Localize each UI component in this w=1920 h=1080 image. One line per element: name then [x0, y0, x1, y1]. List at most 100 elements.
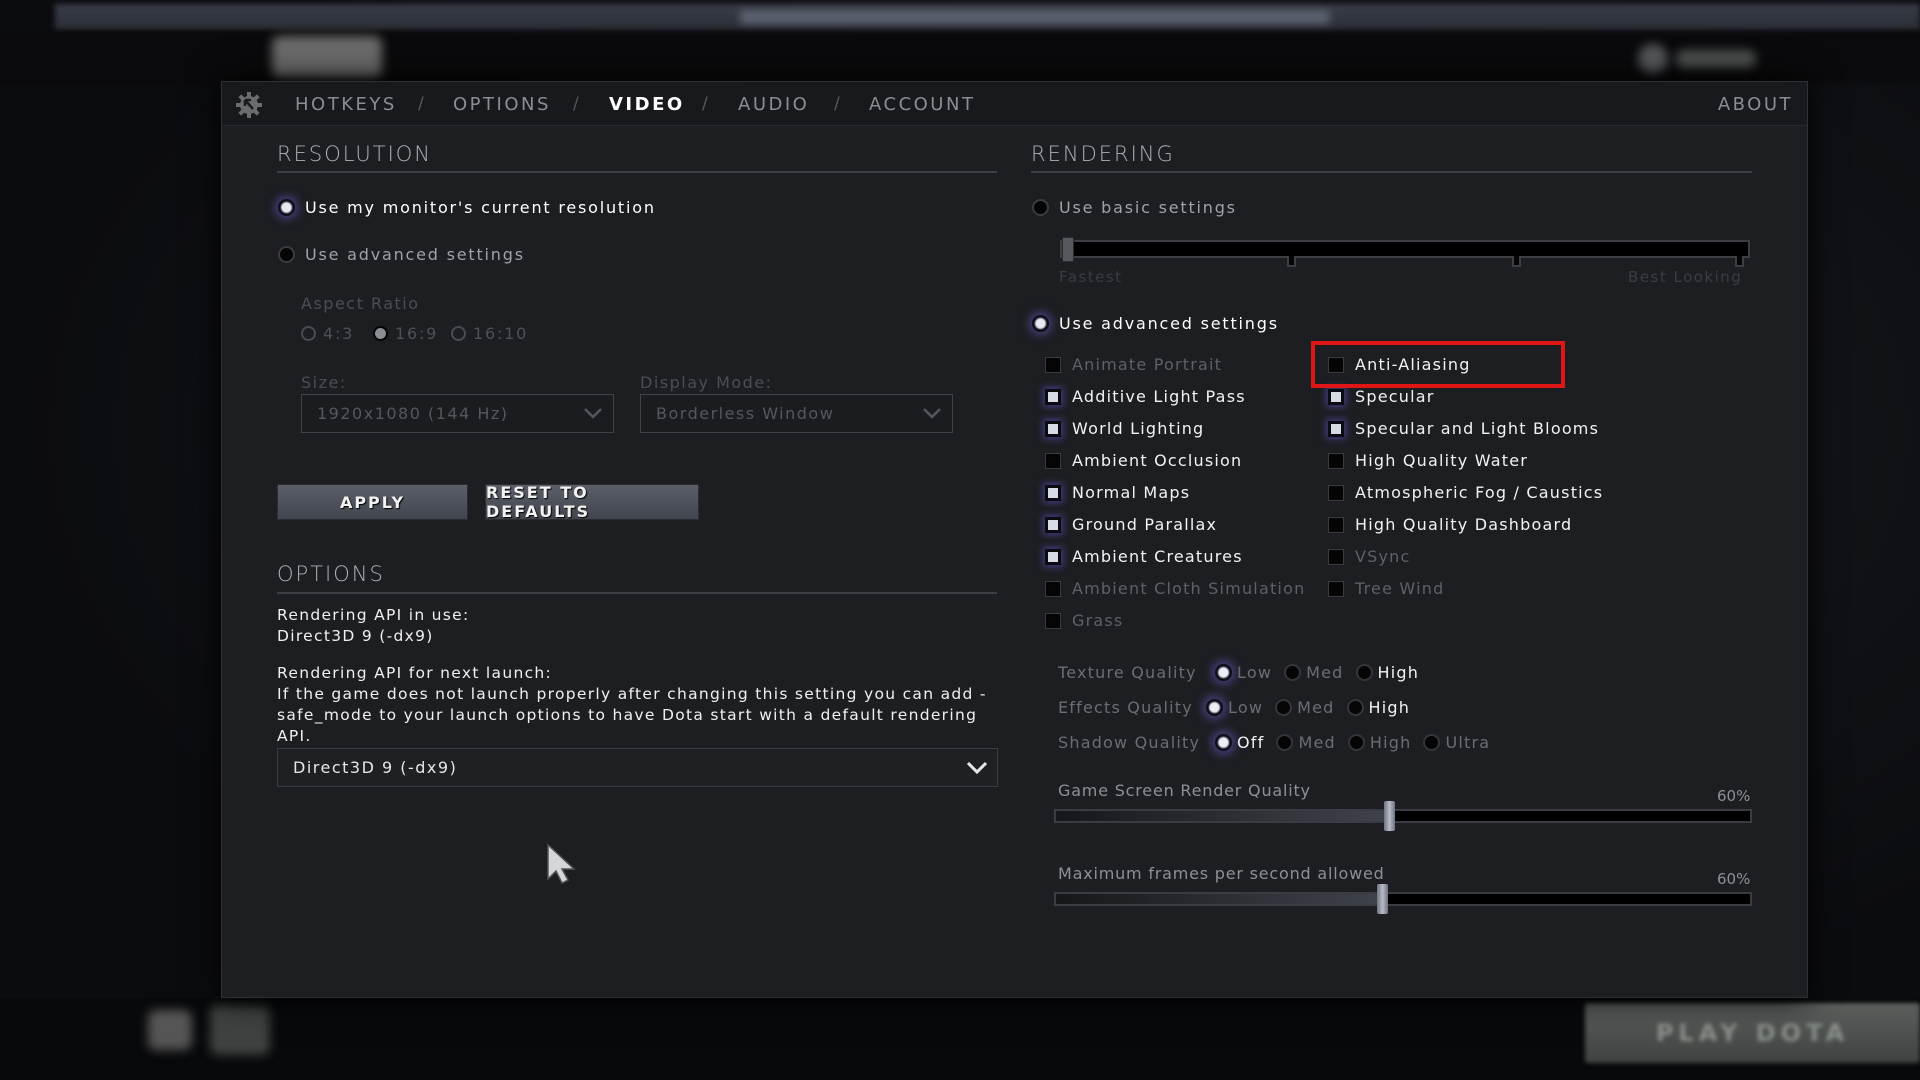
render-quality-slider-handle[interactable] — [1384, 801, 1396, 831]
radio-dot — [1346, 699, 1364, 716]
checkbox-grass[interactable]: Grass — [1045, 611, 1123, 630]
radio-shadow-quality-ultra[interactable]: Ultra — [1423, 733, 1490, 752]
render-quality-slider[interactable] — [1054, 801, 1752, 831]
slider-max-label: Best Looking — [1628, 268, 1743, 286]
radio-label: Med — [1306, 663, 1344, 682]
play-dota-button[interactable]: PLAY DOTA — [1585, 1003, 1920, 1063]
render-quality-value: 60% — [1717, 787, 1751, 805]
radio-use-advanced-resolution[interactable]: Use advanced settings — [278, 245, 525, 264]
radio-aspect-16-10[interactable]: 16:10 — [451, 324, 528, 343]
checkbox-label: Tree Wind — [1355, 579, 1445, 598]
rendering-api-select[interactable]: Direct3D 9 (-dx9) — [277, 748, 998, 787]
rendering-api-value: Direct3D 9 (-dx9) — [293, 758, 458, 777]
radio-use-advanced-rendering[interactable]: Use advanced settings — [1032, 314, 1279, 333]
tab-separator: / — [418, 94, 424, 114]
radio-texture-quality-high[interactable]: High — [1355, 663, 1420, 682]
slider-tick — [1735, 256, 1744, 267]
chevron-down-icon — [912, 394, 952, 433]
reset-to-defaults-button[interactable]: RESET TO DEFAULTS — [485, 483, 699, 521]
gear-icon[interactable] — [234, 90, 264, 120]
tab-account[interactable]: ACCOUNT — [869, 94, 975, 115]
checkbox-high-quality-dashboard[interactable]: High Quality Dashboard — [1328, 515, 1572, 534]
settings-dialog: HOTKEYS / OPTIONS / VIDEO / AUDIO / ACCO… — [221, 81, 1808, 998]
radio-shadow-quality-high[interactable]: High — [1347, 733, 1412, 752]
radio-label: Low — [1237, 663, 1273, 682]
checkbox-specular-and-light-blooms[interactable]: Specular and Light Blooms — [1328, 419, 1599, 438]
checkbox-box — [1045, 356, 1061, 373]
radio-shadow-quality-med[interactable]: Med — [1276, 733, 1335, 752]
checkbox-box — [1045, 420, 1061, 437]
checkbox-box — [1045, 388, 1061, 405]
tab-hotkeys[interactable]: HOTKEYS — [295, 94, 397, 115]
radio-dot — [278, 199, 295, 216]
max-fps-slider-handle[interactable] — [1377, 884, 1389, 914]
checkbox-label: Additive Light Pass — [1072, 387, 1246, 406]
checkbox-ambient-cloth-simulation[interactable]: Ambient Cloth Simulation — [1045, 579, 1305, 598]
radio-texture-quality-med[interactable]: Med — [1284, 663, 1343, 682]
settings-tab-bar: HOTKEYS / OPTIONS / VIDEO / AUDIO / ACCO… — [222, 82, 1807, 126]
quality-row-effects-quality: Effects Quality Low Med High — [1058, 698, 1422, 717]
chevron-down-icon — [573, 394, 613, 433]
quality-row-texture-quality: Texture Quality Low Med High — [1058, 663, 1431, 682]
max-fps-value: 60% — [1717, 870, 1751, 888]
radio-aspect-16-9[interactable]: 16:9 — [373, 324, 438, 343]
checkbox-box — [1045, 612, 1061, 629]
checkbox-label: Ambient Cloth Simulation — [1072, 579, 1306, 598]
slider-tick — [1287, 256, 1296, 267]
checkbox-box — [1045, 516, 1061, 533]
aspect-ratio-label: Aspect Ratio — [301, 294, 420, 313]
basic-quality-slider[interactable] — [1060, 237, 1750, 267]
radio-effects-quality-med[interactable]: Med — [1275, 698, 1334, 717]
tab-options[interactable]: OPTIONS — [453, 94, 551, 115]
tab-video[interactable]: VIDEO — [609, 94, 685, 115]
checkbox-ground-parallax[interactable]: Ground Parallax — [1045, 515, 1217, 534]
checkbox-label: World Lighting — [1072, 419, 1205, 438]
checkbox-world-lighting[interactable]: World Lighting — [1045, 419, 1204, 438]
apply-button[interactable]: APPLY — [277, 484, 468, 520]
api-in-use-label: Rendering API in use: — [277, 606, 470, 624]
checkbox-box — [1328, 580, 1344, 597]
checkbox-ambient-creatures[interactable]: Ambient Creatures — [1045, 547, 1243, 566]
slider-fill — [1056, 811, 1390, 821]
checkbox-animate-portrait[interactable]: Animate Portrait — [1045, 355, 1222, 374]
blurred-party-icon — [210, 1005, 270, 1055]
basic-quality-slider-handle[interactable] — [1062, 237, 1074, 262]
options-title: OPTIONS — [277, 562, 385, 586]
tab-separator: / — [834, 94, 840, 114]
checkbox-ambient-occlusion[interactable]: Ambient Occlusion — [1045, 451, 1242, 470]
radio-effects-quality-high[interactable]: High — [1346, 698, 1411, 717]
radio-aspect-4-3[interactable]: 4:3 — [301, 324, 354, 343]
checkbox-tree-wind[interactable]: Tree Wind — [1328, 579, 1444, 598]
radio-label: Low — [1228, 698, 1264, 717]
radio-dot — [1206, 699, 1223, 716]
tab-audio[interactable]: AUDIO — [738, 94, 809, 115]
radio-dot — [1032, 315, 1049, 332]
radio-shadow-quality-off[interactable]: Off — [1215, 733, 1264, 752]
slider-min-label: Fastest — [1059, 268, 1123, 286]
checkbox-vsync[interactable]: VSync — [1328, 547, 1411, 566]
mouse-cursor-icon — [547, 843, 576, 885]
max-fps-slider[interactable] — [1054, 884, 1752, 914]
slider-tick — [1512, 256, 1521, 267]
size-dropdown[interactable]: 1920x1080 (144 Hz) — [301, 394, 614, 433]
max-fps-label: Maximum frames per second allowed — [1058, 864, 1385, 883]
checkbox-normal-maps[interactable]: Normal Maps — [1045, 483, 1190, 502]
radio-use-monitor-resolution[interactable]: Use my monitor's current resolution — [278, 198, 656, 217]
display-mode-dropdown[interactable]: Borderless Window — [640, 394, 953, 433]
checkbox-label: Ambient Creatures — [1072, 547, 1243, 566]
tab-about[interactable]: ABOUT — [1718, 94, 1793, 115]
radio-texture-quality-low[interactable]: Low — [1215, 663, 1272, 682]
checkbox-high-quality-water[interactable]: High Quality Water — [1328, 451, 1528, 470]
checkbox-atmospheric-fog-caustics[interactable]: Atmospheric Fog / Caustics — [1328, 483, 1603, 502]
checkbox-additive-light-pass[interactable]: Additive Light Pass — [1045, 387, 1246, 406]
checkbox-specular[interactable]: Specular — [1328, 387, 1435, 406]
checkbox-box — [1328, 420, 1344, 437]
radio-use-basic-settings[interactable]: Use basic settings — [1032, 198, 1237, 217]
checkbox-box — [1045, 452, 1061, 469]
radio-effects-quality-low[interactable]: Low — [1206, 698, 1263, 717]
radio-dot — [1423, 734, 1441, 751]
radio-label: Use my monitor's current resolution — [305, 198, 656, 217]
radio-dot — [301, 326, 316, 341]
checkbox-box — [1328, 548, 1344, 565]
checkbox-label: Specular and Light Blooms — [1355, 419, 1600, 438]
